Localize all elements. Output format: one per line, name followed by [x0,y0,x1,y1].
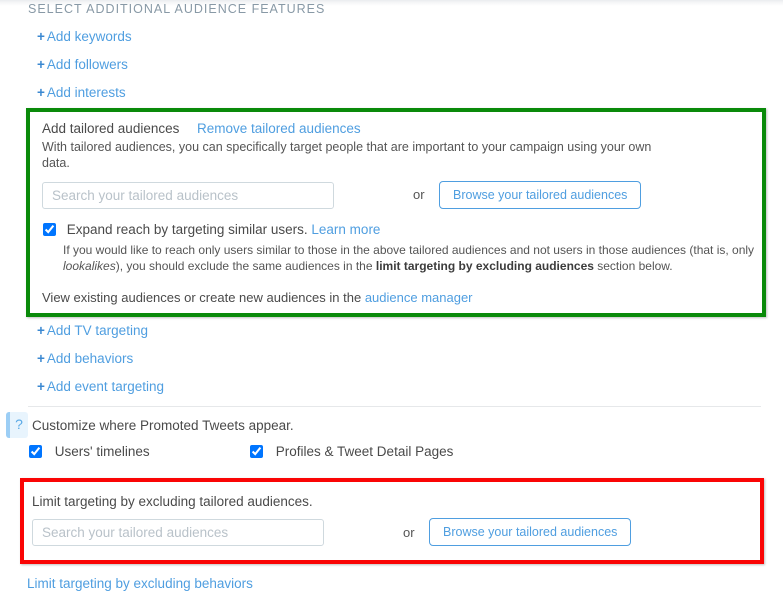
note-part-3: section below. [593,259,673,273]
page-title: SELECT ADDITIONAL AUDIENCE FEATURES [28,2,326,16]
placements-label: Customize where Promoted Tweets appear. [32,418,294,433]
limit-targeting-label: Limit targeting by excluding tailored au… [32,494,313,509]
question-mark-glyph: ? [15,416,23,432]
plus-icon: + [37,379,45,394]
add-behaviors-link[interactable]: + Add behaviors [37,351,133,366]
add-keywords-label: Add keywords [46,29,132,44]
expand-reach-checkbox[interactable] [43,222,56,236]
add-tv-targeting-label: Add TV targeting [46,323,148,338]
or-separator-label: or [413,187,425,202]
remove-tailored-audiences-link[interactable]: Remove tailored audiences [197,121,361,136]
add-event-targeting-link[interactable]: + Add event targeting [37,379,164,394]
add-followers-link[interactable]: + Add followers [37,57,128,72]
add-interests-link[interactable]: + Add interests [37,85,126,100]
profiles-tweet-detail-label: Profiles & Tweet Detail Pages [275,444,454,459]
users-timelines-label: Users' timelines [54,444,150,459]
tailored-audiences-search-input[interactable] [42,182,334,209]
limit-targeting-highlight-box: Limit targeting by excluding tailored au… [20,478,764,564]
add-interests-label: Add interests [46,85,126,100]
note-part-1: If you would like to reach only users si… [63,243,755,257]
help-question-icon[interactable]: ? [6,412,28,438]
plus-icon: + [37,351,45,366]
targeting-form-page: SELECT ADDITIONAL AUDIENCE FEATURES + Add… [0,0,783,615]
add-tv-targeting-link[interactable]: + Add TV targeting [37,323,148,338]
add-keywords-link[interactable]: + Add keywords [37,29,132,44]
learn-more-link[interactable]: Learn more [311,222,380,237]
expand-reach-note: If you would like to reach only users si… [63,242,763,274]
view-existing-audiences-row: View existing audiences or create new au… [42,290,473,305]
view-existing-text: View existing audiences or create new au… [42,290,362,305]
audience-manager-link[interactable]: audience manager [365,290,473,305]
plus-icon: + [37,29,45,44]
plus-icon: + [37,57,45,72]
plus-icon: + [37,85,45,100]
browse-tailored-audiences-button[interactable]: Browse your tailored audiences [439,181,642,209]
exclude-tailored-audiences-search-input[interactable] [32,519,324,546]
or-separator-label-exclude: or [403,525,415,540]
note-bold-section-name: limit targeting by excluding audiences [375,259,594,273]
add-behaviors-label: Add behaviors [46,351,134,366]
users-timelines-checkbox[interactable] [29,444,42,458]
expand-reach-label: Expand reach by targeting similar users. [66,222,308,237]
section-divider [28,406,761,407]
limit-targeting-excluding-behaviors-link[interactable]: Limit targeting by excluding behaviors [27,576,253,591]
plus-icon: + [37,323,45,338]
tailored-audiences-highlight-box: Add tailored audiences Remove tailored a… [26,108,766,317]
note-part-2: ), you should exclude the same audiences… [115,259,376,273]
add-event-targeting-label: Add event targeting [46,379,164,394]
expand-reach-row[interactable]: Expand reach by targeting similar users.… [43,222,380,237]
placement-option-users-timelines[interactable]: Users' timelines [29,444,150,459]
tailored-audiences-description: With tailored audiences, you can specifi… [42,140,652,170]
browse-exclude-tailored-audiences-button[interactable]: Browse your tailored audiences [429,518,632,546]
add-followers-label: Add followers [46,57,128,72]
tailored-audiences-title: Add tailored audiences [42,121,180,136]
profiles-tweet-detail-checkbox[interactable] [250,444,263,458]
note-italic-lookalikes: lookalikes [63,259,116,273]
placement-option-profiles-tweet-detail[interactable]: Profiles & Tweet Detail Pages [250,444,453,459]
